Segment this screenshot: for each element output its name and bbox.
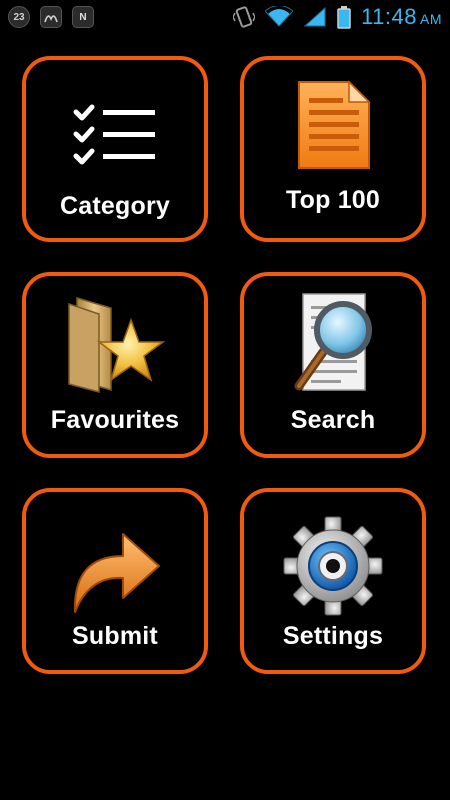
clock: 11:48 AM: [361, 4, 442, 30]
system-icons: 11:48 AM: [233, 4, 442, 30]
app-n-icon: N: [72, 6, 94, 28]
settings-tile[interactable]: Settings: [240, 488, 426, 674]
battery-icon: [337, 6, 351, 29]
notification-count-icon: 23: [8, 6, 30, 28]
magnifier-document-icon: [294, 293, 372, 391]
forward-arrow-icon: [73, 533, 160, 613]
status-bar: 23 N 11:48 AM: [0, 0, 450, 36]
category-label: Category: [60, 192, 170, 220]
clock-ampm: AM: [420, 11, 442, 27]
signal-icon: [303, 6, 326, 27]
vibrate-icon: [233, 6, 256, 28]
submit-tile[interactable]: Submit: [22, 488, 208, 674]
category-tile[interactable]: Category: [22, 56, 208, 242]
wifi-icon: [265, 6, 294, 27]
search-tile[interactable]: Search: [240, 272, 426, 458]
notification-count: 23: [13, 11, 25, 23]
notification-icons: 23 N: [8, 6, 94, 28]
document-icon: [298, 80, 371, 169]
top-100-label: Top 100: [285, 186, 380, 214]
app-n-letter: N: [79, 11, 87, 23]
top-100-tile[interactable]: Top 100: [240, 56, 426, 242]
search-label: Search: [290, 406, 376, 434]
favourites-tile[interactable]: Favourites: [22, 272, 208, 458]
folder-star-icon: [68, 296, 166, 393]
clock-time: 11:48: [361, 4, 417, 29]
settings-label: Settings: [282, 622, 384, 650]
gear-icon: [283, 516, 383, 616]
favourites-label: Favourites: [50, 406, 180, 434]
submit-label: Submit: [72, 622, 158, 650]
saavn-app-icon: [40, 6, 62, 28]
checklist-icon: [73, 104, 155, 165]
